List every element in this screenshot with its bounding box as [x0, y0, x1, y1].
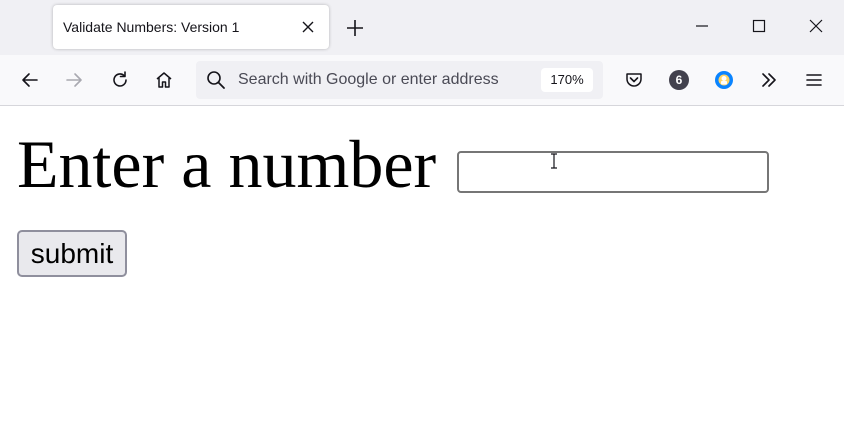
home-icon[interactable] — [154, 70, 174, 90]
extension-count-badge[interactable]: 6 — [669, 70, 689, 90]
maximize-icon[interactable] — [751, 18, 767, 34]
page-content: Enter a number submit — [0, 106, 844, 438]
back-arrow-icon[interactable] — [20, 70, 40, 90]
url-bar[interactable]: Search with Google or enter address 170% — [196, 61, 603, 99]
chevron-double-right-icon[interactable] — [759, 70, 779, 90]
extension-icon[interactable] — [714, 70, 734, 90]
pocket-icon[interactable] — [624, 70, 644, 90]
tab-title: Validate Numbers: Version 1 — [63, 19, 240, 35]
minimize-icon[interactable] — [694, 18, 710, 34]
tab-active[interactable]: Validate Numbers: Version 1 — [53, 5, 329, 49]
submit-button[interactable]: submit — [17, 230, 127, 277]
reload-icon[interactable] — [110, 70, 130, 90]
plus-icon[interactable] — [345, 18, 365, 38]
page-prompt: Enter a number — [17, 126, 437, 202]
url-placeholder: Search with Google or enter address — [238, 71, 499, 88]
search-icon — [207, 71, 225, 89]
text-cursor-icon — [551, 153, 557, 169]
number-input[interactable] — [457, 151, 769, 193]
zoom-level-button[interactable]: 170% — [541, 68, 593, 92]
hamburger-menu-icon[interactable] — [804, 70, 824, 90]
close-icon[interactable] — [300, 19, 316, 35]
tab-strip: Validate Numbers: Version 1 — [0, 0, 844, 55]
nav-toolbar: Search with Google or enter address 170%… — [0, 55, 844, 106]
forward-arrow-icon[interactable] — [64, 70, 84, 90]
window-close-icon[interactable] — [808, 18, 824, 34]
